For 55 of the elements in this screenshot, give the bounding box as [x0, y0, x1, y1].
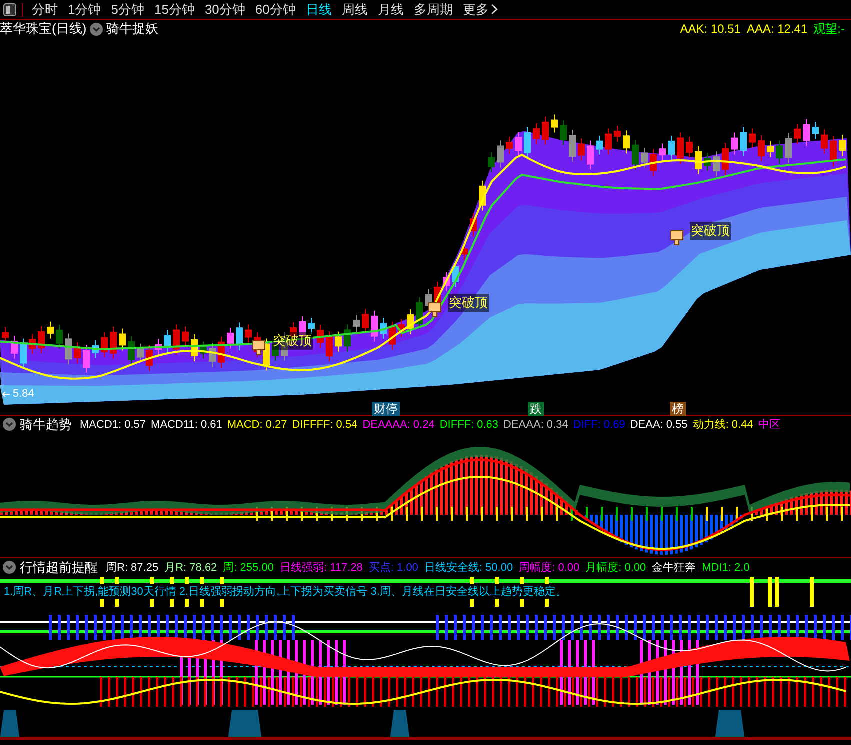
sign-icon — [252, 340, 266, 356]
period-tab[interactable]: 15分钟 — [149, 0, 200, 19]
indicator-value: AAA: 12.41 — [746, 22, 808, 36]
dropdown-icon[interactable] — [3, 418, 16, 431]
indicator-value: MACD1: 0.57 — [80, 418, 146, 430]
dropdown-icon[interactable] — [3, 561, 16, 574]
indicator-value: 周: 255.00 — [223, 561, 274, 575]
indicator-value: MACD: 0.27 — [227, 418, 288, 430]
indicator-value: DIFF: 0.69 — [573, 418, 626, 430]
sign-icon — [428, 302, 442, 318]
breakout-label: 突破顶 — [272, 332, 313, 350]
period-tab[interactable]: 多周期 — [408, 0, 458, 19]
breakout-label: 突破顶 — [690, 222, 731, 240]
sign-icon — [670, 230, 684, 246]
period-tab[interactable]: 60分钟 — [250, 0, 301, 19]
period-tab[interactable]: 月线 — [372, 0, 409, 19]
period-tab[interactable]: 分时 — [27, 0, 63, 19]
chevron-right-icon — [490, 4, 498, 15]
indicator-value: 日线安全线: 50.00 — [424, 560, 514, 575]
indicator-value: 金牛狂奔 — [652, 561, 696, 575]
signal-marker: 财停 — [372, 402, 400, 416]
breakout-label: 突破顶 — [448, 294, 489, 312]
indicator-title[interactable]: 骑牛捉妖 — [106, 20, 159, 38]
panel-toggle-icon[interactable] — [3, 2, 23, 16]
indicator-title[interactable]: 行情超前提醒 — [20, 558, 98, 576]
indicator-value: DIFFF: 0.63 — [440, 418, 499, 430]
stock-title: 萃华珠宝(日线) — [0, 20, 87, 38]
indicator-value: 观望:- — [814, 20, 845, 38]
indicator-value: 周R: 87.25 — [106, 561, 159, 575]
signal-marker: 榜 — [670, 402, 686, 416]
arrow-left-icon — [2, 390, 11, 398]
indicator-value: MACD11: 0.61 — [151, 418, 222, 430]
period-tab[interactable]: 日线 — [300, 0, 337, 19]
indicator-value: 月R: 78.62 — [164, 561, 218, 575]
indicator-value: AAK: 10.51 — [680, 22, 741, 36]
indicator-value: DIFFFF: 0.54 — [292, 418, 358, 430]
low-price-label: 5.84 — [13, 388, 34, 400]
indicator-value: 买点: 1.00 — [368, 560, 418, 575]
period-tab[interactable]: 5分钟 — [106, 0, 150, 19]
indicator-value: 动力线: 0.44 — [692, 418, 754, 432]
period-tab[interactable]: 更多 — [458, 0, 503, 19]
indicator-value: 中区 — [758, 418, 780, 432]
indicator-value: DEAAA: 0.34 — [504, 418, 568, 430]
indicator-value: DEAA: 0.55 — [630, 418, 688, 430]
indicator-value: MDI1: 2.0 — [702, 562, 750, 574]
indicator-title[interactable]: 骑牛趋势 — [20, 416, 72, 434]
dropdown-icon[interactable] — [90, 22, 103, 36]
period-tab[interactable]: 1分钟 — [63, 0, 106, 19]
signal-marker: 跌 — [528, 402, 544, 416]
period-tab[interactable]: 周线 — [336, 0, 373, 19]
period-tab[interactable]: 30分钟 — [200, 0, 250, 19]
indicator-value: DEAAAA: 0.24 — [362, 418, 435, 430]
indicator-value: 月幅度: 0.00 — [586, 560, 646, 575]
indicator-value: 日线强弱: 117.28 — [280, 561, 363, 575]
indicator-value: 周幅度: 0.00 — [519, 560, 580, 575]
